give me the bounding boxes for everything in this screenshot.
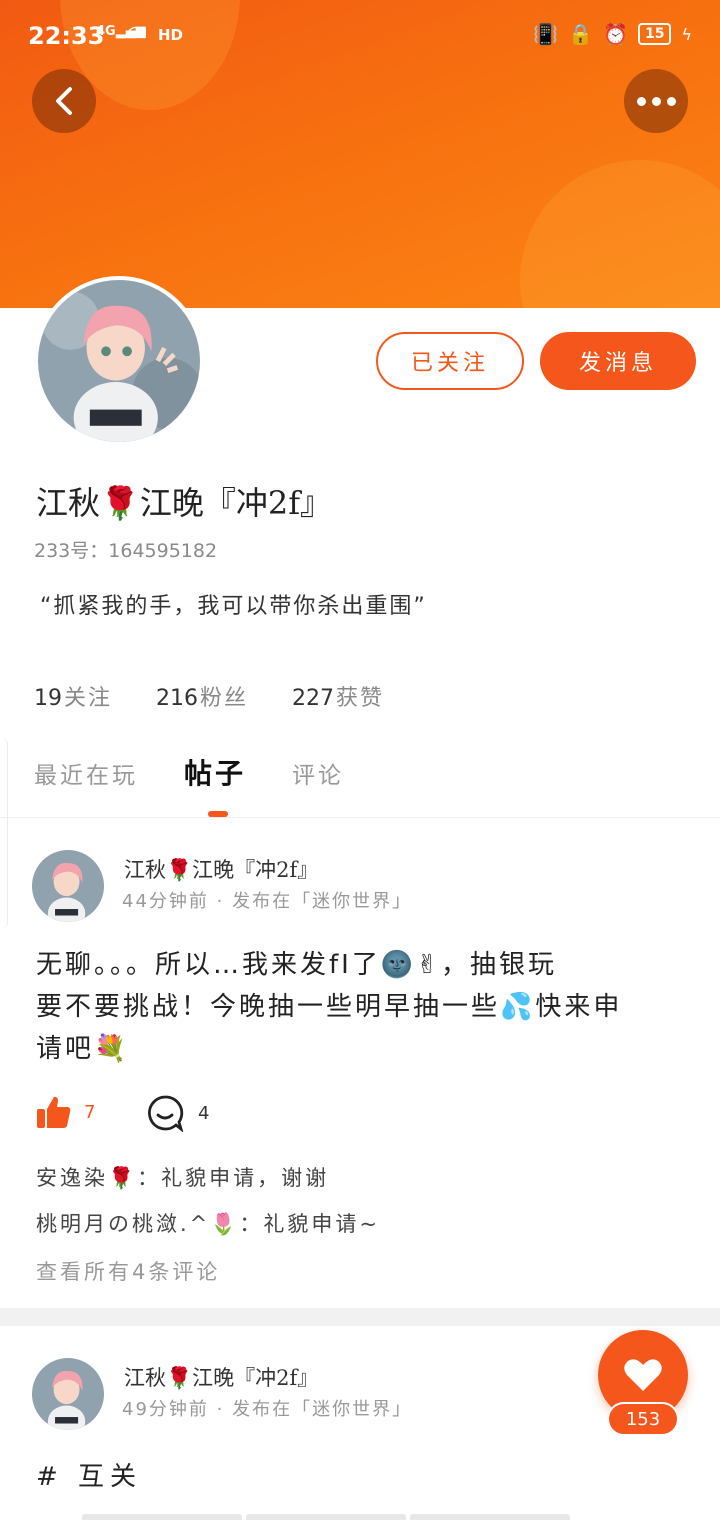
profile-avatar[interactable] [34,276,204,446]
status-time: 22:33 [28,22,105,50]
avatar-image [32,850,104,922]
comment-count: 4 [198,1102,210,1124]
floating-like-count: 153 [607,1402,679,1436]
hd-badge: HD [158,26,184,44]
comment-preview[interactable]: 桃明月の桃潋.^🌷：礼貌申请~ [36,1208,380,1238]
stat-following[interactable]: 19关注 [34,680,112,712]
profile-tabs: 最近在玩 帖子 评论 [34,752,390,792]
comment-preview[interactable]: 安逸染🌹：礼貌申请，谢谢 [36,1162,329,1192]
profile-uid: 233号：164595182 [34,540,218,562]
more-dots-icon [634,96,679,106]
post-content[interactable]: # 互关 [36,1456,142,1493]
post-separator [0,1308,720,1326]
wifi-icon: ◠ [126,22,146,47]
network-type: 4G [96,24,116,39]
tab-recent-played[interactable]: 最近在玩 [34,752,138,792]
charging-icon: ϟ [681,24,692,44]
post-author-avatar[interactable] [32,850,104,922]
battery-icon: 15 [637,23,672,45]
avatar-image [38,280,200,442]
post-meta: 44分钟前 · 发布在「迷你世界」 [122,891,413,912]
avatar-image [32,1358,104,1430]
post-author-name[interactable]: 江秋🌹江晚『冲2f』 [124,1362,318,1392]
post-text-line: 请吧💐 [36,1034,130,1064]
side-handle[interactable] [0,738,8,928]
post-text-line: 要不要挑战！今晚抽一些明早抽一些💦快来申 [36,992,623,1022]
tab-posts[interactable]: 帖子 [184,752,246,792]
profile-stats: 19关注 216粉丝 227获赞 [34,680,384,712]
post-content[interactable]: 无聊。。。所以…我来发fI了🌚✌，抽银玩 要不要挑战！今晚抽一些明早抽一些💦快来… [36,944,686,1070]
like-count: 7 [84,1101,96,1123]
heart-icon [624,1359,662,1391]
tab-comments[interactable]: 评论 [292,752,344,792]
thumbs-up-icon [37,1096,71,1128]
like-button[interactable]: 7 [36,1094,95,1130]
post-text-line: 无聊。。。所以…我来发fI了🌚✌，抽银玩 [36,950,557,980]
stat-followers[interactable]: 216粉丝 [156,680,248,712]
more-button[interactable] [624,69,688,133]
stat-likes[interactable]: 227获赞 [292,680,384,712]
post-author-name[interactable]: 江秋🌹江晚『冲2f』 [124,854,318,884]
profile-bio: “抓紧我的手，我可以带你杀出重围” [40,594,427,619]
vibrate-icon: 📳 [533,22,559,46]
post-image-strip[interactable] [82,1514,570,1520]
chevron-left-icon [56,87,72,115]
alarm-icon: ⏰ [603,22,628,46]
comment-bubble-icon [148,1095,184,1132]
post-meta: 49分钟前 · 发布在「迷你世界」 [122,1399,413,1420]
back-button[interactable] [32,69,96,133]
status-bar: 22:33 4G▂▄▆ ◠ HD 📳 🔒 ⏰ 15 ϟ [0,18,720,58]
lock-rotation-icon: 🔒 [568,22,594,46]
post-author-avatar[interactable] [32,1358,104,1430]
send-message-button[interactable]: 发消息 [540,332,696,390]
divider [0,817,720,818]
following-button[interactable]: 已关注 [376,332,524,390]
view-all-comments-link[interactable]: 查看所有4条评论 [36,1256,220,1286]
comment-button[interactable]: 4 [146,1094,209,1132]
profile-name: 江秋🌹江晚『冲2f』 [36,484,333,522]
